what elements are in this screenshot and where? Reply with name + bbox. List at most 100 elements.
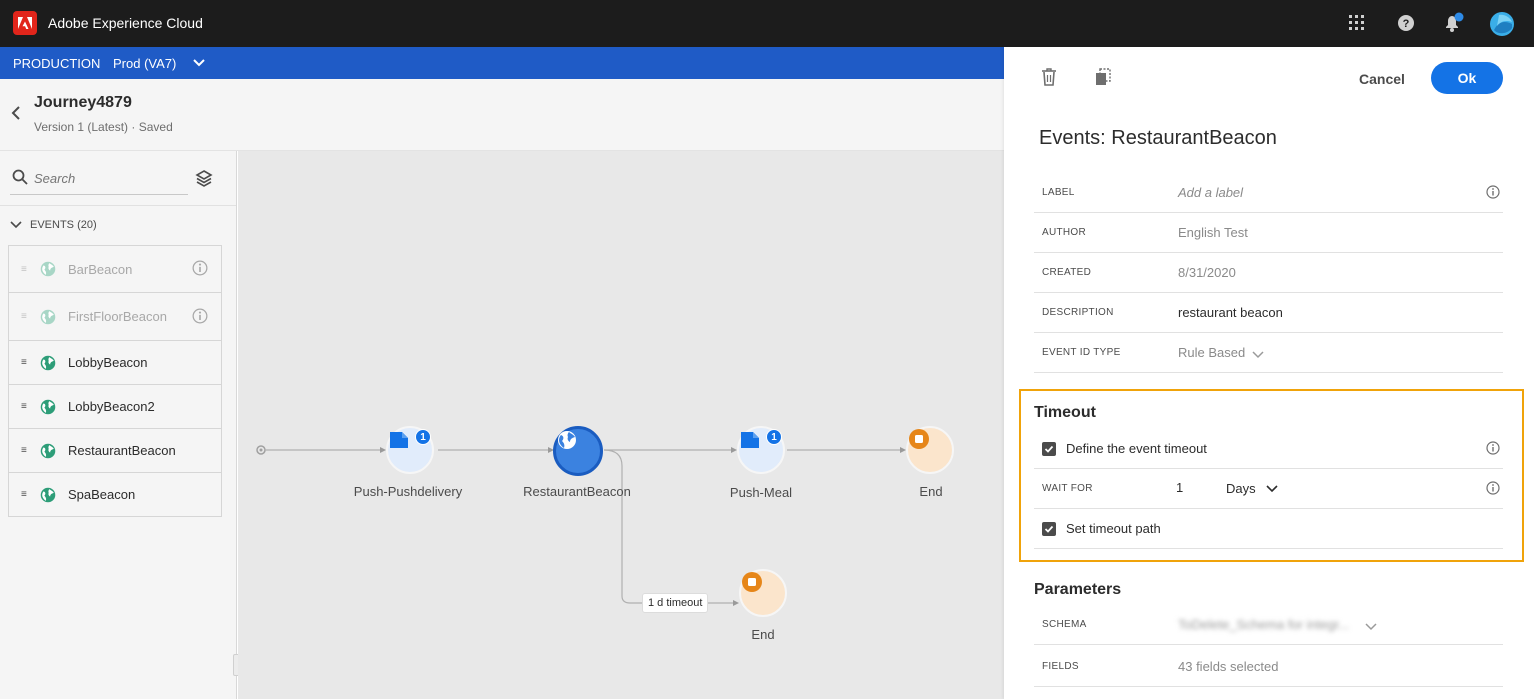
svg-text:?: ? xyxy=(1403,18,1410,30)
globe-icon xyxy=(40,261,56,282)
end-stop-icon xyxy=(909,429,929,449)
set-timeout-path-checkbox[interactable] xyxy=(1042,522,1056,536)
notifications-bell-icon[interactable] xyxy=(1442,12,1464,34)
panel-title: Events: RestaurantBeacon xyxy=(1039,127,1277,149)
event-list-item[interactable]: ≡ RestaurantBeacon xyxy=(8,429,222,473)
define-timeout-checkbox[interactable] xyxy=(1042,442,1056,456)
timeout-connector xyxy=(603,449,733,604)
events-list: ≡ BarBeacon ≡ FirstFloorBeacon ≡ LobbyBeacon ≡… xyxy=(8,245,222,517)
delete-trash-icon[interactable] xyxy=(1041,68,1057,91)
schema-field-row: SCHEMA ToDelete_Schema for integr... xyxy=(1034,605,1503,645)
node-label: End xyxy=(751,627,775,642)
activity-palette: EVENTS (20) ≡BarBeacon≡FirstFloorBeacon≡… xyxy=(0,151,241,699)
created-field-row: CREATED 8/31/2020 xyxy=(1034,253,1503,293)
wait-unit-value: Days xyxy=(1226,481,1256,496)
duplicate-copy-icon[interactable] xyxy=(1095,68,1111,91)
search-input[interactable] xyxy=(34,171,184,186)
chevron-down-icon[interactable] xyxy=(1252,347,1264,365)
schema-select[interactable]: ToDelete_Schema for integr... xyxy=(1178,617,1349,632)
push-node[interactable]: 1 xyxy=(737,426,785,474)
checkbox-label: Set timeout path xyxy=(1066,521,1161,536)
author-field-row: AUTHOR English Test xyxy=(1034,213,1503,253)
journey-version-status: Version 1 (Latest) · Saved xyxy=(34,120,173,134)
timeout-section-title: Timeout xyxy=(1034,404,1096,421)
user-avatar[interactable] xyxy=(1490,12,1514,36)
globe-icon xyxy=(40,355,56,376)
field-key: EVENT ID TYPE xyxy=(1042,347,1121,358)
fields-selected-value[interactable]: 43 fields selected xyxy=(1178,659,1278,674)
info-icon[interactable] xyxy=(192,260,208,281)
search-box[interactable] xyxy=(10,165,188,195)
timeout-path-label: 1 d timeout xyxy=(642,593,709,613)
node-label: End xyxy=(919,484,943,499)
end-node-timeout[interactable] xyxy=(739,569,787,617)
cancel-button[interactable]: Cancel xyxy=(1344,63,1420,95)
info-icon[interactable] xyxy=(192,308,208,329)
event-label: LobbyBeacon xyxy=(68,355,148,370)
event-label: BarBeacon xyxy=(68,261,133,277)
label-input[interactable]: Add a label xyxy=(1178,185,1243,200)
wait-for-row: WAIT FOR 1 Days xyxy=(1034,469,1503,509)
label-field-row: LABEL Add a label xyxy=(1034,173,1503,213)
description-field-row: DESCRIPTION restaurant beacon xyxy=(1034,293,1503,333)
end-node[interactable] xyxy=(906,426,954,474)
checkbox-label: Define the event timeout xyxy=(1066,441,1207,456)
ok-button[interactable]: Ok xyxy=(1431,62,1503,94)
push-node[interactable]: 1 xyxy=(386,426,434,474)
sandbox-switcher[interactable]: Prod (VA7) xyxy=(113,56,176,71)
fields-field-row: FIELDS 43 fields selected xyxy=(1034,647,1503,687)
help-icon[interactable]: ? xyxy=(1395,12,1417,34)
chevron-down-icon xyxy=(10,221,22,229)
wait-unit-select[interactable]: Days xyxy=(1226,481,1278,496)
drag-handle-icon[interactable]: ≡ xyxy=(21,311,27,322)
back-arrow-icon[interactable] xyxy=(10,105,24,121)
event-id-type-select[interactable]: Rule Based xyxy=(1178,345,1245,360)
search-icon xyxy=(12,169,28,190)
adobe-logo-icon[interactable] xyxy=(13,11,37,35)
info-icon[interactable] xyxy=(1486,185,1500,204)
node-label: Push-Pushdelivery xyxy=(353,484,463,499)
badge: 1 xyxy=(766,429,782,445)
chevron-down-icon[interactable] xyxy=(1365,619,1377,637)
event-label: LobbyBeacon2 xyxy=(68,399,155,414)
event-label: RestaurantBeacon xyxy=(68,443,176,458)
drag-handle-icon[interactable]: ≡ xyxy=(21,357,27,368)
event-list-item[interactable]: ≡ LobbyBeacon2 xyxy=(8,385,222,429)
drag-handle-icon[interactable]: ≡ xyxy=(21,401,27,412)
event-list-item[interactable]: ≡ SpaBeacon xyxy=(8,473,222,517)
apps-grid-icon[interactable] xyxy=(1346,12,1368,34)
event-list-item[interactable]: ≡ LobbyBeacon xyxy=(8,341,222,385)
event-list-item[interactable]: ≡ BarBeacon xyxy=(8,245,222,293)
globe-icon xyxy=(40,309,56,330)
globe-icon xyxy=(558,431,576,449)
globe-icon xyxy=(40,487,56,508)
parameters-section-title: Parameters xyxy=(1034,581,1122,598)
journey-canvas[interactable]: 1 Push-Pushdelivery RestaurantBeacon 1 P… xyxy=(238,151,1004,699)
layers-icon[interactable] xyxy=(195,169,213,192)
journey-name: Journey4879 xyxy=(34,94,132,111)
chevron-down-icon[interactable] xyxy=(192,55,206,72)
field-key: CREATED xyxy=(1042,267,1092,278)
top-bar: Adobe Experience Cloud ? xyxy=(0,0,1534,47)
app-title: Adobe Experience Cloud xyxy=(48,15,203,31)
drag-handle-icon[interactable]: ≡ xyxy=(21,264,27,275)
info-icon[interactable] xyxy=(1486,441,1500,460)
event-node-selected[interactable] xyxy=(553,426,603,476)
event-list-item[interactable]: ≡ FirstFloorBeacon xyxy=(8,293,222,341)
drag-handle-icon[interactable]: ≡ xyxy=(21,445,27,456)
description-input[interactable]: restaurant beacon xyxy=(1178,305,1283,320)
event-id-type-field-row: EVENT ID TYPE Rule Based xyxy=(1034,333,1503,373)
environment-label: PRODUCTION xyxy=(13,56,101,71)
events-section-toggle[interactable]: EVENTS (20) xyxy=(10,219,97,231)
field-key: SCHEMA xyxy=(1042,619,1087,630)
wait-for-input[interactable]: 1 xyxy=(1176,480,1216,495)
canvas-connectors xyxy=(256,445,906,606)
chevron-down-icon xyxy=(1266,484,1278,492)
events-section-title: EVENTS (20) xyxy=(30,219,97,231)
activity-properties-panel: Cancel Ok Events: RestaurantBeacon LABEL… xyxy=(1004,47,1534,699)
globe-icon xyxy=(40,399,56,420)
info-icon[interactable] xyxy=(1486,481,1500,500)
field-key: FIELDS xyxy=(1042,661,1079,672)
divider xyxy=(0,205,236,206)
drag-handle-icon[interactable]: ≡ xyxy=(21,489,27,500)
